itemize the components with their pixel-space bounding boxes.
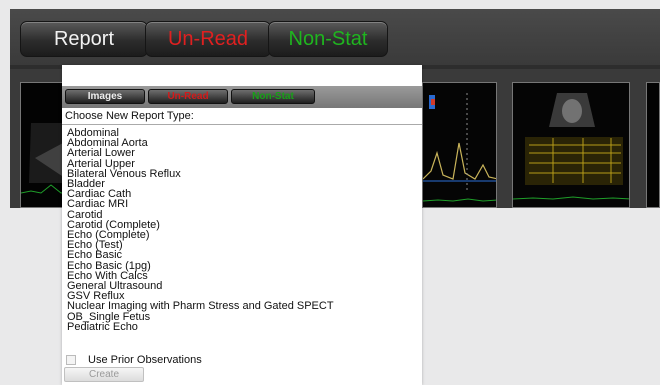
echo-thumbnail-2[interactable] bbox=[422, 82, 497, 208]
images-button[interactable]: Images bbox=[65, 89, 145, 104]
panel-unread-button[interactable]: Un-Read bbox=[148, 89, 228, 104]
nonstat-button[interactable]: Non-Stat bbox=[268, 21, 388, 57]
report-type-item[interactable]: Bilateral Venous Reflux bbox=[67, 168, 422, 179]
use-prior-observations-row: Use Prior Observations bbox=[66, 354, 202, 366]
report-type-item[interactable]: Cardiac MRI bbox=[67, 199, 422, 210]
unread-button[interactable]: Un-Read bbox=[145, 21, 271, 57]
report-type-item[interactable]: Pediatric Echo bbox=[67, 321, 422, 332]
doppler-image bbox=[423, 83, 496, 207]
panel-nonstat-button[interactable]: Non-Stat bbox=[231, 89, 315, 104]
mmode-image bbox=[513, 83, 629, 207]
create-button[interactable]: Create bbox=[64, 367, 144, 382]
report-type-list: Abdominal Abdominal Aorta Arterial Lower… bbox=[62, 124, 422, 385]
new-report-panel: Images Un-Read Non-Stat Choose New Repor… bbox=[62, 65, 422, 385]
choose-report-type-label: Choose New Report Type: bbox=[65, 110, 194, 122]
use-prior-observations-checkbox[interactable] bbox=[66, 355, 76, 365]
use-prior-observations-label: Use Prior Observations bbox=[88, 354, 202, 366]
top-toolbar: Report Un-Read Non-Stat bbox=[10, 9, 660, 65]
echo-thumbnail-3[interactable] bbox=[512, 82, 630, 208]
echo-thumbnail-4[interactable] bbox=[646, 82, 660, 208]
panel-toolbar: Images Un-Read Non-Stat bbox=[62, 86, 422, 108]
report-button[interactable]: Report bbox=[20, 21, 148, 57]
